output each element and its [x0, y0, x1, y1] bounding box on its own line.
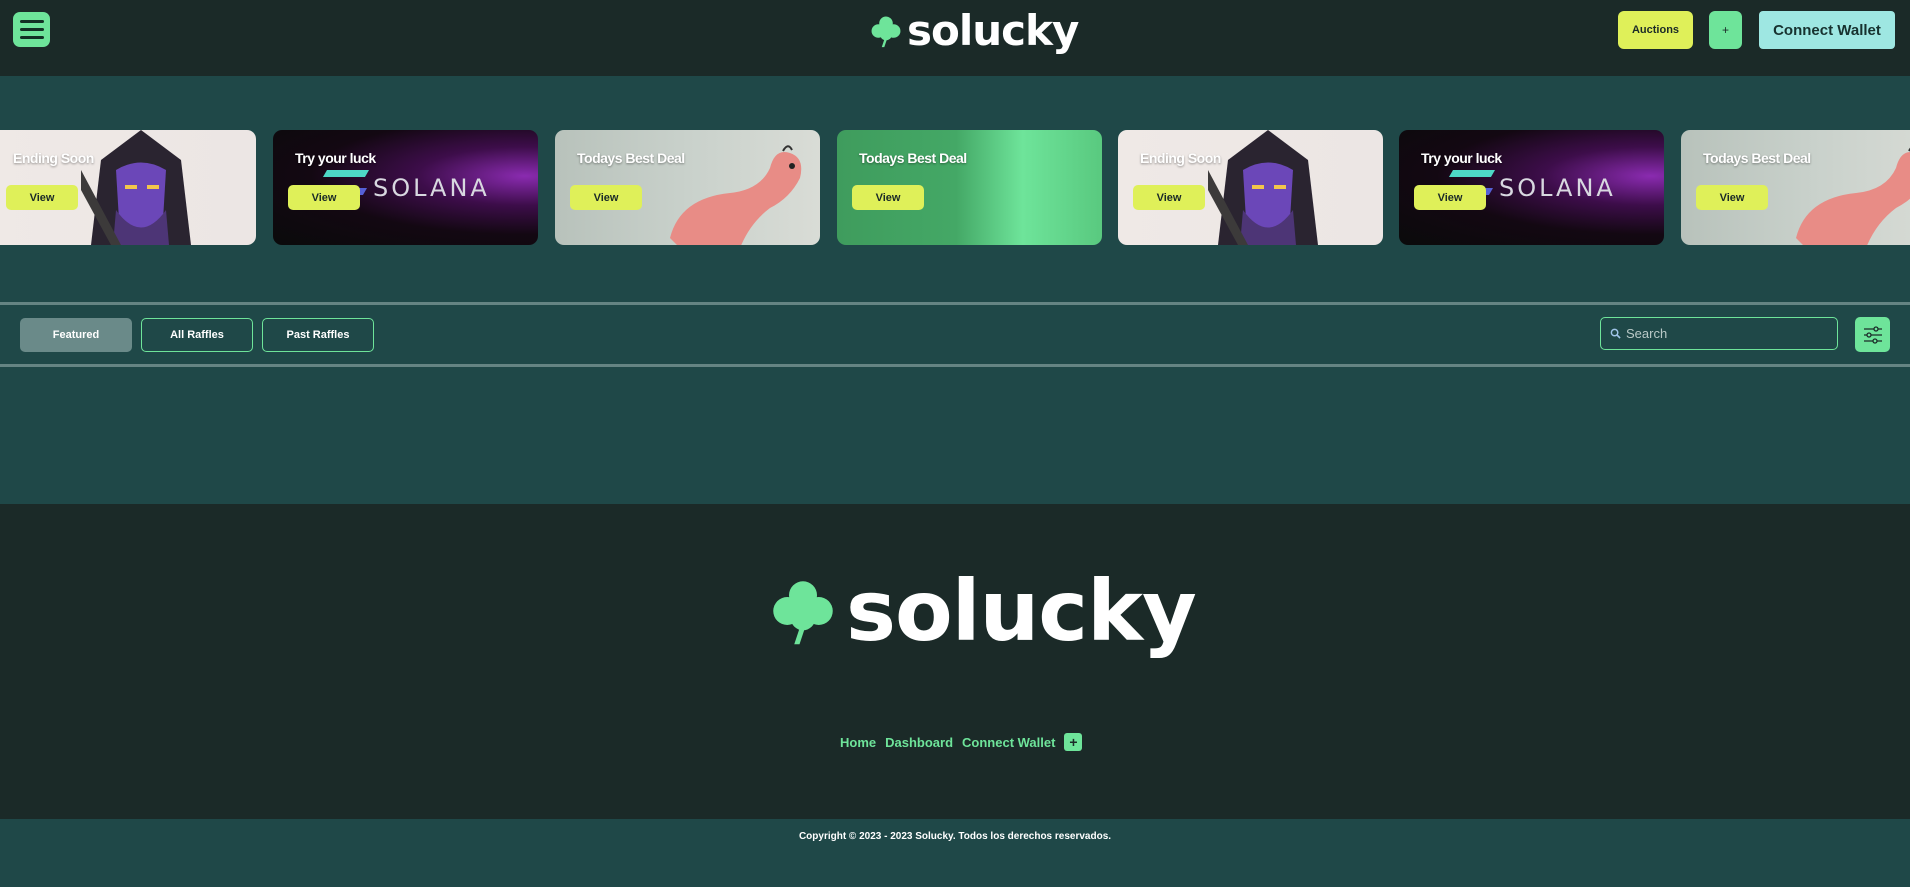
clover-icon — [871, 16, 901, 47]
card-view-button[interactable]: View — [852, 185, 924, 210]
solana-brand-text: SOLANA — [1499, 174, 1616, 202]
footer-plus-button[interactable]: + — [1064, 733, 1083, 751]
footer-logo[interactable]: solucky — [768, 562, 1197, 660]
card-title: Ending Soon — [13, 150, 94, 166]
auctions-button[interactable]: Auctions — [1618, 11, 1693, 49]
create-raffle-button[interactable]: + — [1709, 11, 1742, 49]
card-title: Todays Best Deal — [1703, 150, 1811, 166]
carousel-card-ending-soon[interactable]: Ending Soon View — [1118, 130, 1383, 245]
warrior-nft-image — [1208, 130, 1318, 245]
search-input[interactable] — [1626, 326, 1826, 341]
connect-wallet-button[interactable]: Connect Wallet — [1759, 11, 1895, 49]
logo-wordmark: solucky — [846, 562, 1197, 660]
card-view-button[interactable]: View — [6, 185, 78, 210]
section-divider — [0, 302, 1910, 305]
card-view-button[interactable]: View — [1696, 185, 1768, 210]
carousel-card-todays-best-deal-green[interactable]: Todays Best Deal View — [837, 130, 1102, 245]
warrior-nft-image — [81, 130, 191, 245]
card-title: Try your luck — [1421, 150, 1502, 166]
card-view-button[interactable]: View — [570, 185, 642, 210]
clover-icon — [773, 581, 833, 645]
tab-featured[interactable]: Featured — [20, 318, 132, 352]
card-view-button[interactable]: View — [288, 185, 360, 210]
carousel-card-ending-soon[interactable]: Ending Soon View — [0, 130, 256, 245]
promo-carousel[interactable]: Ending Soon View SOLANA Try your luck Vi… — [0, 76, 1910, 302]
carousel-card-todays-best-deal[interactable]: Todays Best Deal View — [555, 130, 820, 245]
solana-logo-icon — [1448, 170, 1496, 177]
menu-icon-line — [19, 20, 44, 23]
search-icon — [1610, 328, 1621, 339]
top-navbar: solucky Auctions + Connect Wallet — [0, 0, 1910, 76]
tab-past-raffles[interactable]: Past Raffles — [262, 318, 374, 352]
footer-link-home[interactable]: Home — [840, 735, 876, 750]
search-field[interactable] — [1600, 317, 1838, 350]
carousel-card-todays-best-deal[interactable]: Todays Best Deal View — [1681, 130, 1910, 245]
footer-nav: Home Dashboard Connect Wallet + — [840, 733, 1083, 751]
footer-link-connect-wallet[interactable]: Connect Wallet — [962, 735, 1055, 750]
filter-settings-button[interactable] — [1855, 317, 1890, 352]
menu-icon-line — [19, 28, 44, 31]
tab-all-raffles[interactable]: All Raffles — [141, 318, 253, 352]
card-view-button[interactable]: View — [1414, 185, 1486, 210]
header-logo[interactable]: solucky — [869, 6, 1079, 55]
site-footer: solucky Home Dashboard Connect Wallet + — [0, 504, 1910, 819]
card-title: Try your luck — [295, 150, 376, 166]
carousel-card-try-your-luck[interactable]: SOLANA Try your luck View — [273, 130, 538, 245]
logo-wordmark: solucky — [907, 6, 1079, 55]
hamburger-menu-button[interactable] — [13, 12, 50, 47]
footer-link-dashboard[interactable]: Dashboard — [885, 735, 953, 750]
carousel-card-try-your-luck[interactable]: SOLANA Try your luck View — [1399, 130, 1664, 245]
card-title: Todays Best Deal — [859, 150, 967, 166]
copyright-text: Copyright © 2023 - 2023 Solucky. Todos l… — [798, 831, 1112, 842]
card-title: Todays Best Deal — [577, 150, 685, 166]
section-divider — [0, 364, 1910, 367]
solana-logo-icon — [322, 170, 370, 177]
sliders-icon — [1863, 325, 1882, 344]
card-view-button[interactable]: View — [1133, 185, 1205, 210]
card-title: Ending Soon — [1140, 150, 1221, 166]
menu-icon-line — [19, 36, 44, 39]
solana-brand-text: SOLANA — [373, 174, 490, 202]
